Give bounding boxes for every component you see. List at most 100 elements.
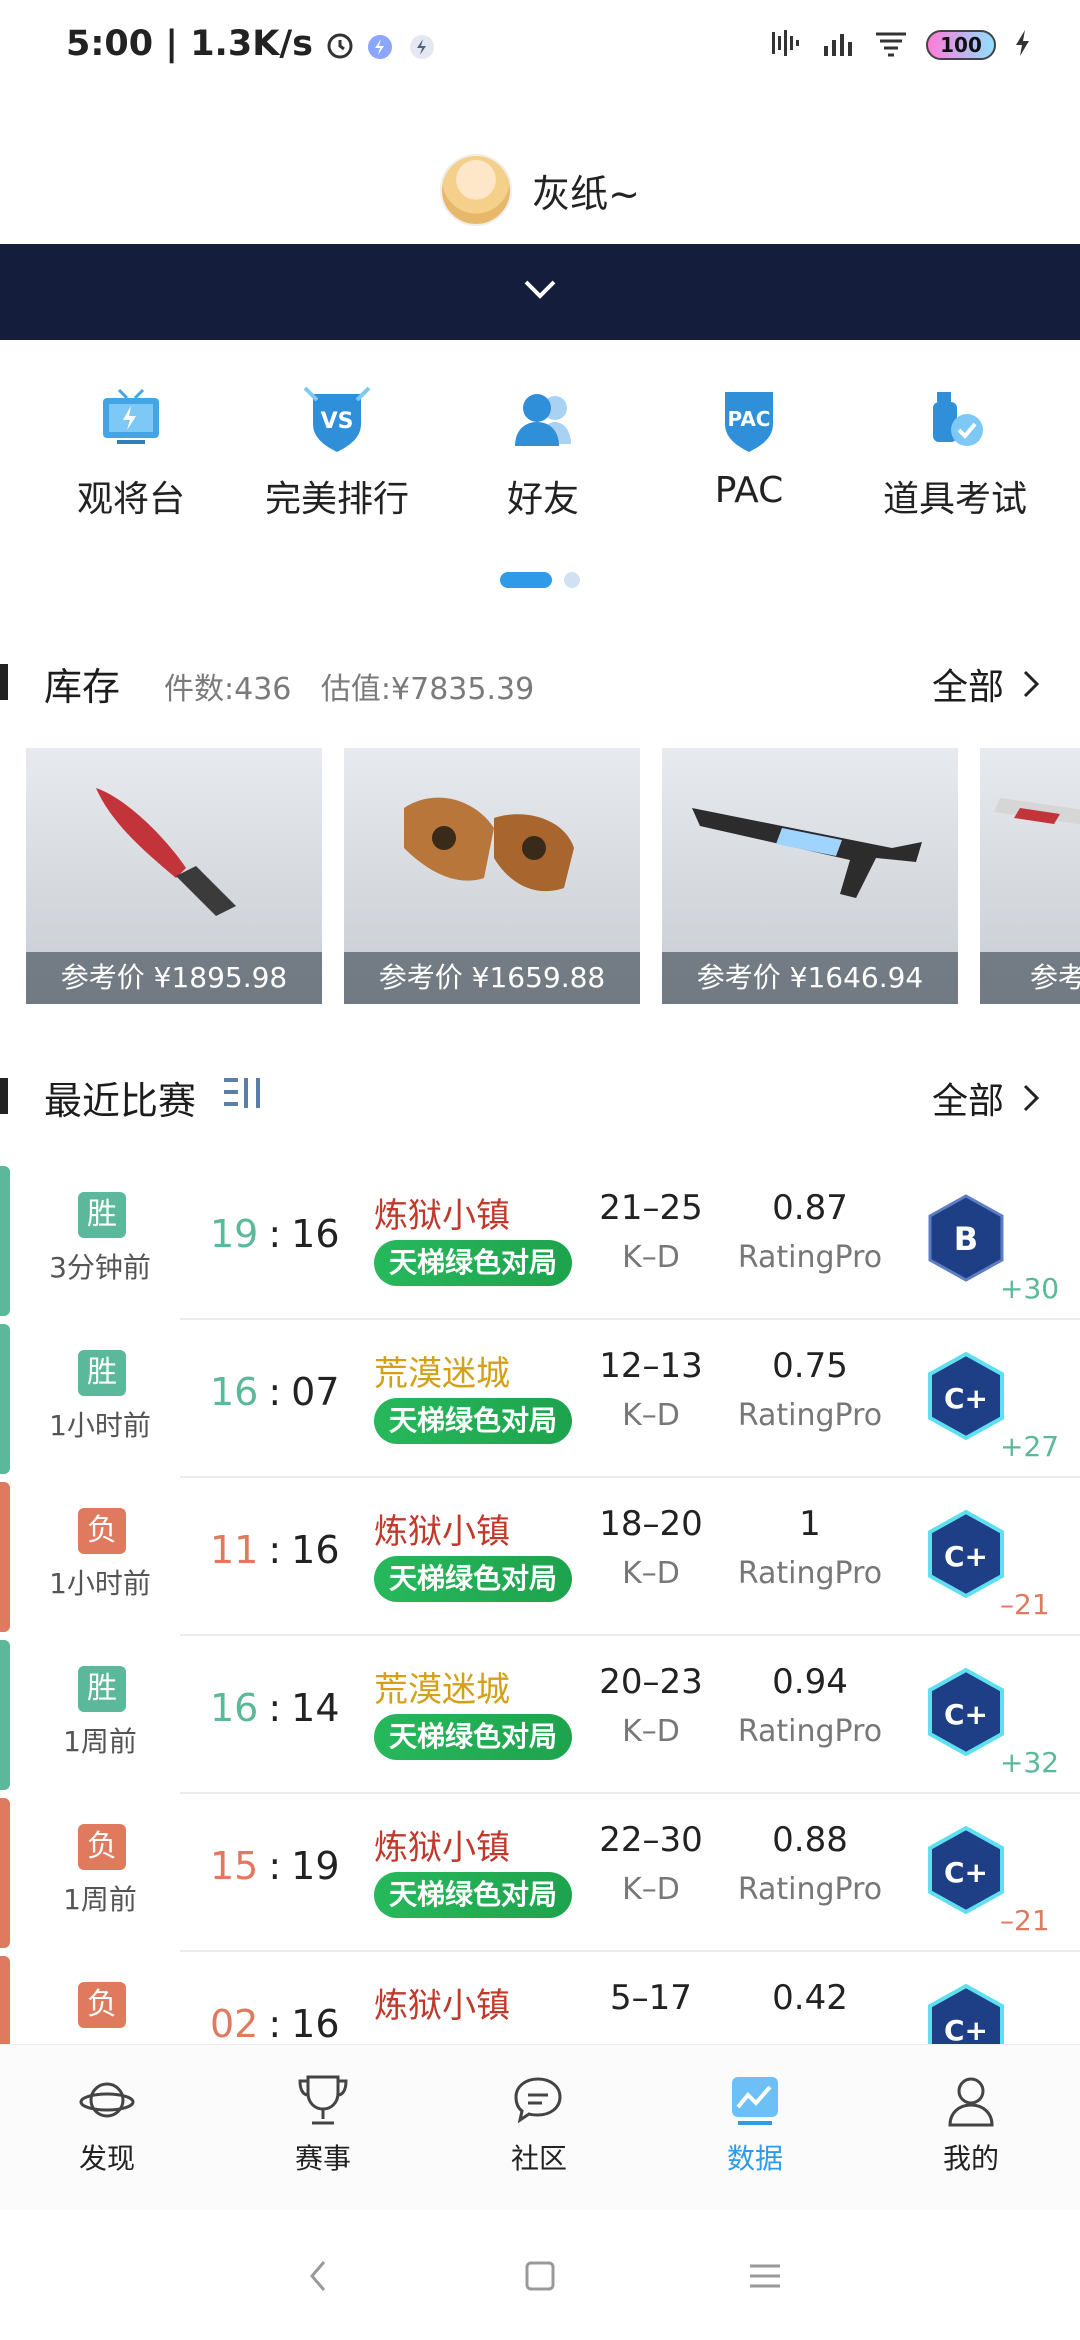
score-team: 11: [210, 1528, 259, 1572]
inventory-card[interactable]: 参考价: [980, 748, 1080, 1004]
nav-data[interactable]: 数据: [680, 2071, 830, 2177]
shortcut-friends[interactable]: 好友: [438, 380, 648, 522]
score-opponent: 16: [291, 2002, 340, 2046]
bottom-nav: 发现 赛事 社区 数据 我的: [0, 2044, 1080, 2210]
vibrate-icon: [770, 28, 804, 62]
wifi-icon: [874, 28, 908, 62]
result-stripe: [0, 1324, 10, 1474]
kd-label: K–D: [622, 1872, 680, 1907]
inventory-card[interactable]: 参考价 ¥1646.94: [662, 748, 958, 1004]
home-icon[interactable]: [524, 2260, 556, 2296]
matches-title: 最近比赛: [44, 1079, 197, 1123]
expand-banner[interactable]: [0, 244, 1080, 340]
back-icon[interactable]: [306, 2258, 330, 2298]
map-name: 炼狱小镇: [374, 1196, 510, 1236]
result-badge: 负: [78, 1982, 126, 2028]
pac-shield-icon: PAC: [709, 380, 789, 460]
pager-dot-active[interactable]: [500, 572, 552, 588]
match-row[interactable]: 负 1小时前 11:16 炼狱小镇 天梯绿色对局 18–20 K–D 1 Rat…: [0, 1478, 1080, 1636]
svg-text:B: B: [954, 1220, 978, 1258]
rank-delta: +27: [1000, 1430, 1060, 1463]
inventory-card[interactable]: 参考价 ¥1659.88: [344, 748, 640, 1004]
kd-value: 18–20: [599, 1504, 703, 1544]
carousel-pager: [0, 570, 1080, 590]
score-opponent: 19: [291, 1844, 340, 1888]
match-row[interactable]: 胜 3分钟前 19:16 炼狱小镇 天梯绿色对局 21–25 K–D 0.87 …: [0, 1162, 1080, 1320]
rank-delta: –21: [1000, 1588, 1050, 1621]
kd-value: 22–30: [599, 1820, 703, 1860]
rating-label: RatingPro: [737, 1398, 883, 1433]
mode-badge: 天梯绿色对局: [374, 1240, 572, 1286]
rating-label: RatingPro: [737, 1714, 883, 1749]
nav-profile[interactable]: 我的: [896, 2071, 1046, 2177]
gloves-icon: [344, 748, 640, 952]
match-row[interactable]: 负 1周前 15:19 炼狱小镇 天梯绿色对局 22–30 K–D 0.88 R…: [0, 1794, 1080, 1952]
status-right: 100: [770, 28, 1032, 62]
filter-icon[interactable]: [222, 1074, 268, 1118]
knife-icon: [26, 748, 322, 952]
nav-discover[interactable]: 发现: [32, 2071, 182, 2177]
rating-label: RatingPro: [737, 1556, 883, 1591]
nav-community[interactable]: 社区: [464, 2071, 614, 2177]
kd-value: 12–13: [599, 1346, 703, 1386]
mode-badge: 天梯绿色对局: [374, 1556, 572, 1602]
shortcut-pac[interactable]: PAC PAC: [644, 380, 854, 511]
rank-c-plus-icon: C+: [924, 1508, 1008, 1600]
inventory-card[interactable]: 参考价 ¥1895.98: [26, 748, 322, 1004]
battery-indicator: 100: [926, 30, 996, 60]
map-name: 炼狱小镇: [374, 1828, 510, 1868]
shortcut-label: 完美排行: [264, 479, 409, 520]
shortcut-label: 观将台: [76, 479, 185, 520]
rating-value: 0.75: [772, 1346, 848, 1386]
svg-text:VS: VS: [321, 409, 354, 434]
recents-icon[interactable]: [748, 2262, 782, 2294]
pager-dot[interactable]: [564, 572, 580, 588]
vs-shield-icon: VS: [297, 380, 377, 460]
all-label: 全部: [931, 667, 1004, 708]
shortcut-grid: 观将台 VS 完美排行 好友 PAC PAC 道具考试: [0, 380, 1080, 550]
rating-label: RatingPro: [737, 1240, 883, 1275]
profile-header[interactable]: 灰纸~: [0, 140, 1080, 240]
avatar[interactable]: [440, 154, 513, 226]
shortcut-label: 道具考试: [882, 479, 1027, 520]
map-name: 荒漠迷城: [374, 1354, 510, 1394]
status-time: 5:00 | 1.3K/s: [66, 24, 313, 64]
map-name: 炼狱小镇: [374, 1512, 510, 1552]
nav-label: 发现: [78, 2142, 135, 2175]
matches-header: 最近比赛 全部: [0, 1066, 1080, 1126]
nav-label: 我的: [942, 2142, 999, 2175]
charge-badge-icon: [409, 29, 439, 59]
rating-value: 0.94: [772, 1662, 848, 1702]
chat-icon: [510, 2071, 568, 2129]
section-marker: [0, 664, 8, 700]
section-marker: [0, 1078, 8, 1114]
inventory-header: 库存 件数:436 估值:¥7835.39 全部: [0, 652, 1080, 712]
shortcut-ranking[interactable]: VS 完美排行: [232, 380, 442, 522]
nav-events[interactable]: 赛事: [248, 2071, 398, 2177]
score-opponent: 16: [291, 1212, 340, 1256]
nav-label: 赛事: [294, 2142, 351, 2175]
match-row[interactable]: 胜 1小时前 16:07 荒漠迷城 天梯绿色对局 12–13 K–D 0.75 …: [0, 1320, 1080, 1478]
score-opponent: 07: [291, 1370, 340, 1414]
shortcut-utility-exam[interactable]: 道具考试: [850, 380, 1060, 522]
shortcut-watch-platform[interactable]: 观将台: [26, 380, 236, 522]
chevron-down-icon[interactable]: [520, 278, 560, 306]
result-stripe: [0, 1166, 10, 1316]
rank-delta: –21: [1000, 1904, 1050, 1937]
match-row[interactable]: 胜 1周前 16:14 荒漠迷城 天梯绿色对局 20–23 K–D 0.94 R…: [0, 1636, 1080, 1794]
map-name: 荒漠迷城: [374, 1670, 510, 1710]
result-badge: 胜: [78, 1350, 126, 1396]
inventory-value: 估值:¥7835.39: [320, 672, 535, 707]
kd-value: 20–23: [599, 1662, 703, 1702]
rank-c-plus-icon: C+: [924, 1666, 1008, 1758]
inventory-all-button[interactable]: 全部: [932, 658, 1040, 710]
friends-icon: [503, 380, 583, 460]
chart-icon: [726, 2071, 784, 2129]
matches-all-button[interactable]: 全部: [932, 1072, 1040, 1124]
kd-label: K–D: [622, 1240, 680, 1275]
match-score: 19:16: [210, 1212, 340, 1256]
rating-value: 0.88: [772, 1820, 848, 1860]
nav-label: 社区: [510, 2142, 567, 2175]
svg-text:C+: C+: [944, 1382, 988, 1415]
match-time: 1周前: [63, 1725, 137, 1758]
